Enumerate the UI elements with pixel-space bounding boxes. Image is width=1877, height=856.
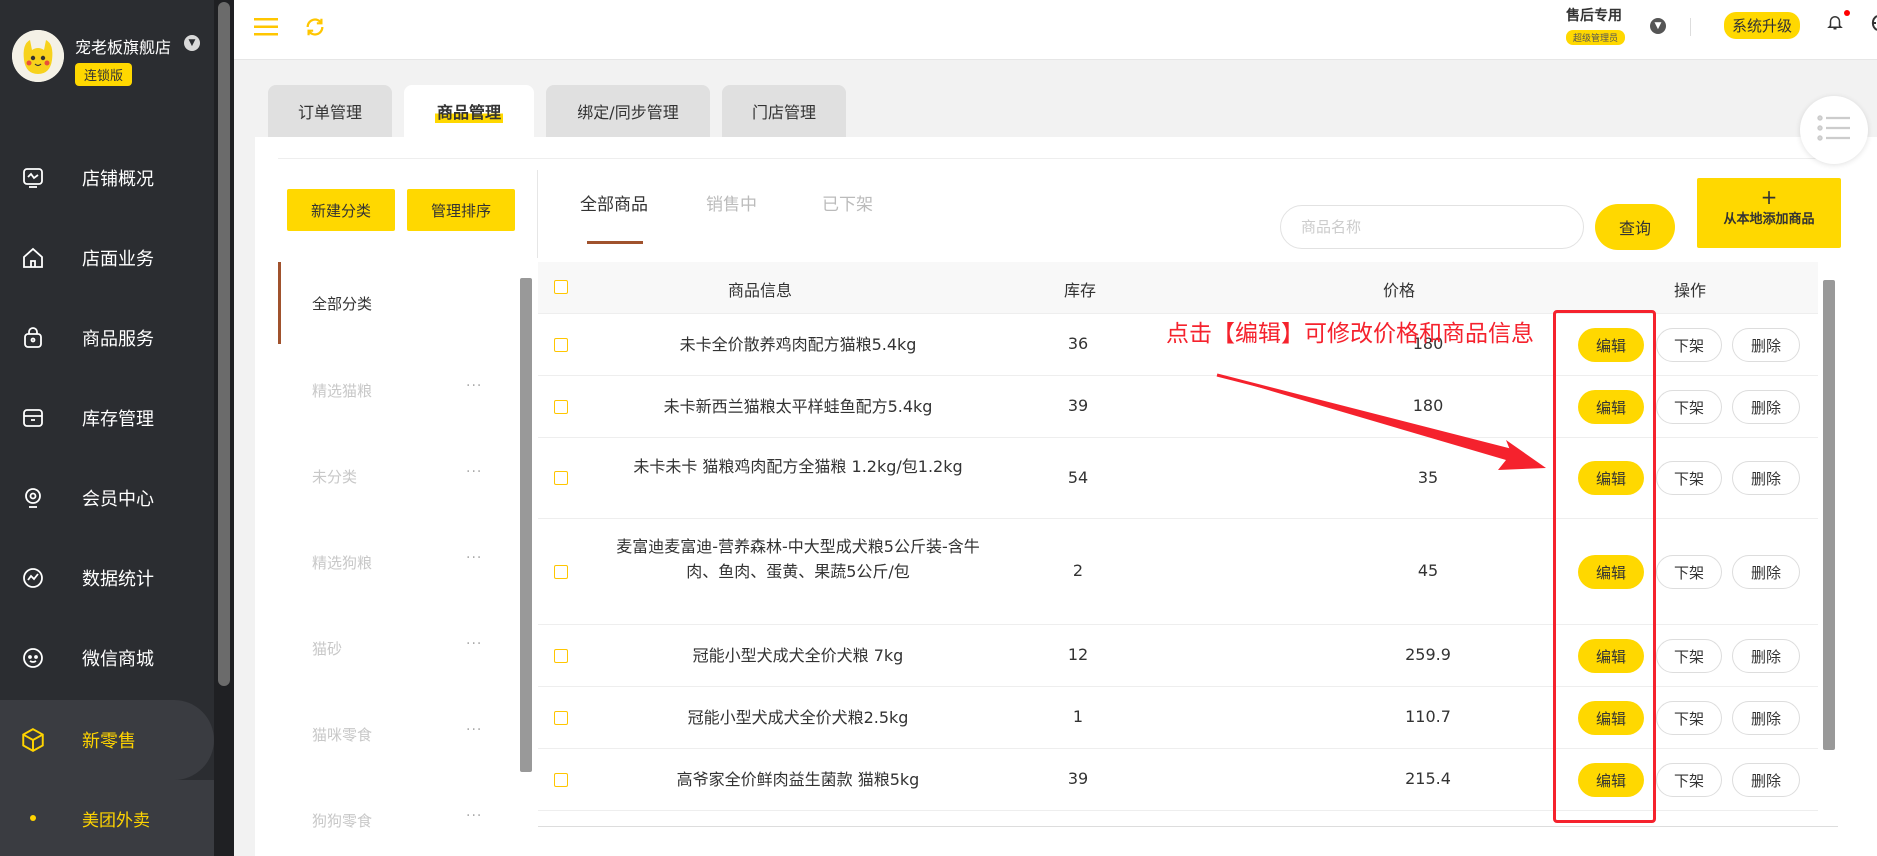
member-icon — [20, 485, 46, 511]
plus-icon: + — [1760, 185, 1778, 209]
delete-button[interactable]: 删除 — [1732, 328, 1800, 362]
take-off-shelf-button[interactable]: 下架 — [1656, 390, 1722, 424]
bell-icon[interactable] — [1826, 12, 1844, 36]
bullet-icon — [30, 815, 36, 821]
bag-icon — [20, 325, 46, 351]
row-checkbox[interactable] — [554, 773, 568, 787]
take-off-shelf-button[interactable]: 下架 — [1656, 555, 1722, 589]
avatar — [12, 30, 64, 82]
row-checkbox[interactable] — [554, 711, 568, 725]
header-price: 价格 — [1383, 281, 1416, 300]
role-title: 售后专用 — [1566, 8, 1622, 24]
more-icon[interactable]: ··· — [466, 464, 482, 480]
chevron-down-icon[interactable]: ▼ — [184, 35, 200, 51]
delete-button[interactable]: 删除 — [1732, 639, 1800, 673]
category-scrollbar[interactable] — [520, 278, 532, 772]
category-item[interactable]: 狗狗零食 ··· — [312, 808, 482, 831]
tab-goods-management[interactable]: 商品管理 — [404, 85, 534, 137]
sidebar-item-store-business[interactable]: 店面业务 — [0, 218, 214, 298]
store-edition-badge: 连锁版 — [75, 63, 133, 86]
more-icon[interactable]: ··· — [466, 636, 482, 652]
row-checkbox[interactable] — [554, 649, 568, 663]
select-all-checkbox[interactable] — [554, 280, 568, 294]
table-header: 商品信息 库存 价格 操作 — [538, 262, 1818, 314]
header-goods-info: 商品信息 — [728, 281, 793, 300]
row-checkbox[interactable] — [554, 565, 568, 579]
chart-icon — [20, 565, 46, 591]
row-checkbox[interactable] — [554, 338, 568, 352]
tab-bind-sync-management[interactable]: 绑定/同步管理 — [546, 85, 710, 137]
take-off-shelf-button[interactable]: 下架 — [1656, 701, 1722, 735]
list-menu-button[interactable] — [1800, 96, 1868, 164]
sidebar-item-goods-service[interactable]: 商品服务 — [0, 298, 214, 378]
annotation-arrow-icon — [1216, 373, 1546, 470]
more-icon[interactable]: ··· — [466, 378, 482, 394]
tab-store-management[interactable]: 门店管理 — [722, 85, 846, 137]
more-icon[interactable]: ··· — [466, 550, 482, 566]
sidebar-item-member-center[interactable]: 会员中心 — [0, 458, 214, 538]
category-all[interactable]: 全部分类 — [312, 293, 372, 314]
take-off-shelf-button[interactable]: 下架 — [1656, 328, 1722, 362]
category-item[interactable]: 精选猫粮 ··· — [312, 378, 482, 401]
cube-icon — [20, 727, 46, 753]
tab-order-management[interactable]: 订单管理 — [268, 85, 392, 137]
goods-name-search-input[interactable] — [1280, 205, 1584, 249]
active-tab-indicator — [587, 241, 643, 244]
row-checkbox[interactable] — [554, 400, 568, 414]
category-item[interactable]: 未分类 ··· — [312, 464, 482, 487]
tab-all-goods[interactable]: 全部商品 — [580, 190, 648, 215]
category-item[interactable]: 精选狗粮 ··· — [312, 550, 482, 573]
home-icon — [20, 245, 46, 271]
chevron-down-icon[interactable]: ▼ — [1650, 18, 1666, 34]
delete-button[interactable]: 删除 — [1732, 701, 1800, 735]
top-header: 售后专用 超级管理员 ▼ 系统升级 — [234, 0, 1877, 60]
sidebar-scrollbar[interactable] — [214, 0, 234, 856]
sidebar-item-new-retail[interactable]: 新零售 — [0, 700, 214, 780]
table-scrollbar[interactable] — [1823, 280, 1835, 750]
tab-off-shelf[interactable]: 已下架 — [822, 190, 873, 215]
box-icon — [20, 405, 46, 431]
add-local-goods-button[interactable]: + 从本地添加商品 — [1697, 178, 1841, 248]
monitor-icon — [20, 165, 46, 191]
sidebar: 宠老板旗舰店 ▼ 连锁版 店铺概况 店面业务 商品服务 库存管理 会员中心 数据… — [0, 0, 214, 856]
query-button[interactable]: 查询 — [1595, 204, 1675, 250]
role-badge: 超级管理员 — [1566, 30, 1626, 45]
delete-button[interactable]: 删除 — [1732, 555, 1800, 589]
category-item[interactable]: 猫咪零食 ··· — [312, 722, 482, 745]
take-off-shelf-button[interactable]: 下架 — [1656, 461, 1722, 495]
refresh-icon[interactable] — [304, 16, 326, 42]
power-icon[interactable] — [1866, 12, 1877, 38]
take-off-shelf-button[interactable]: 下架 — [1656, 763, 1722, 797]
delete-button[interactable]: 删除 — [1732, 390, 1800, 424]
category-item[interactable]: 猫砂 ··· — [312, 636, 482, 659]
sidebar-item-store-overview[interactable]: 店铺概况 — [0, 138, 214, 218]
take-off-shelf-button[interactable]: 下架 — [1656, 639, 1722, 673]
tab-on-sale[interactable]: 销售中 — [706, 190, 757, 215]
annotation-text: 点击【编辑】可修改价格和商品信息 — [1166, 321, 1534, 347]
wechat-icon — [20, 645, 46, 671]
manage-sort-button[interactable]: 管理排序 — [407, 189, 515, 231]
hamburger-menu-icon[interactable] — [254, 17, 278, 41]
delete-button[interactable]: 删除 — [1732, 763, 1800, 797]
system-upgrade-button[interactable]: 系统升级 — [1724, 12, 1801, 39]
sidebar-item-wechat-mall[interactable]: 微信商城 — [0, 618, 214, 698]
sidebar-subitem-meituan[interactable]: 美团外卖 — [0, 780, 214, 856]
header-stock: 库存 — [1064, 281, 1097, 300]
store-name: 宠老板旗舰店 — [75, 38, 172, 57]
more-icon[interactable]: ··· — [466, 722, 482, 738]
header-operations: 操作 — [1674, 281, 1707, 300]
list-icon — [1817, 114, 1851, 146]
new-category-button[interactable]: 新建分类 — [287, 189, 395, 231]
sidebar-item-statistics[interactable]: 数据统计 — [0, 538, 214, 618]
delete-button[interactable]: 删除 — [1732, 461, 1800, 495]
more-icon[interactable]: ··· — [466, 808, 482, 824]
row-checkbox[interactable] — [554, 471, 568, 485]
sidebar-item-inventory[interactable]: 库存管理 — [0, 378, 214, 458]
notification-dot — [1844, 10, 1850, 16]
